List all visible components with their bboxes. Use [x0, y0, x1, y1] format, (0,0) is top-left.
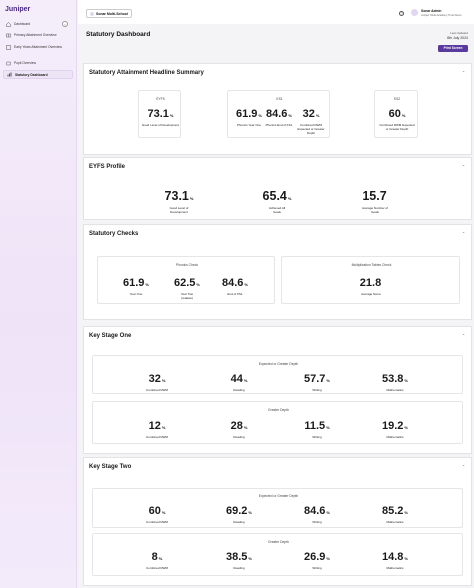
section-title: Statutory Checks	[89, 231, 139, 237]
ks1-expected-card: Expected or Greater Depth 32% Combined RW…	[92, 355, 463, 394]
sidebar-item-label: Primary Attainment Overview	[14, 33, 57, 37]
last-updated-label: Last Updated	[450, 31, 468, 35]
stat-ks1-gd-rwm: 12% Combined RWM	[146, 420, 168, 439]
book-icon	[6, 33, 11, 38]
stat-ks1-exp-rwm: 32% Combined RWM	[146, 373, 168, 392]
user-organisation: Juniper Multi-Academy Trust Demo	[421, 14, 462, 17]
ks1-headline-card: KS1 61.9% Phonics Year One 84.6% Phonics E…	[227, 90, 330, 138]
card-caption: Phonics Check	[176, 263, 198, 267]
page-title: Statutory Dashboard	[86, 31, 151, 38]
stat-ks2-exp-writing: 84.6% Writing	[304, 505, 330, 524]
statutory-checks-section: Statutory Checks ⌃ Phonics Check 61.9% Ye…	[83, 224, 472, 320]
ks2-expected-card: Expected or Greater Depth 60% Combined RW…	[92, 488, 463, 528]
stat-ks2-gd-rwm: 8% Combined RWM	[146, 551, 168, 570]
print-screen-button[interactable]: Print Screen	[438, 45, 468, 52]
eyfs-profile-section: EYFS Profile ⌃ 73.1% Good Level of Develo…	[83, 157, 472, 220]
stat-phonics-year-two: 62.5% Year Two (retakes)	[174, 277, 200, 301]
chevron-up-icon[interactable]: ⌃	[461, 464, 466, 469]
sidebar-item-pupil-overview[interactable]: Pupil Overview	[3, 59, 73, 67]
ks1-greater-depth-card: Greater Depth 12% Combined RWM 28% Reading…	[92, 401, 463, 444]
stat-ks1-phonics-end: 84.6% Phonics End of KS1	[265, 108, 293, 127]
people-icon	[6, 61, 11, 66]
stat-ks2-exp-reading: 69.2% Reading	[226, 505, 252, 524]
chart-icon	[7, 72, 12, 77]
eyfs-headline-card: EYFS 73.1% Good Level of Development	[138, 90, 181, 138]
card-caption: Greater Depth	[268, 408, 289, 412]
chevron-up-icon[interactable]: ⌃	[461, 70, 466, 75]
stat-ks1-gd-maths: 19.2% Mathematics	[382, 420, 408, 439]
blocks-icon	[6, 45, 11, 50]
stat-ks1-gd-writing: 11.5% Writing	[304, 420, 330, 439]
stat-ks1-exp-writing: 57.7% Writing	[304, 373, 330, 392]
card-caption: Multiplication Tables Check	[351, 263, 392, 267]
section-title: EYFS Profile	[89, 164, 126, 170]
sidebar-item-early-years[interactable]: Early Years Attainment Overview	[3, 43, 73, 56]
stat-ks1-exp-maths: 53.8% Mathematics	[382, 373, 408, 392]
sidebar: Juniper ‹ Dashboard Primary Attainment O…	[0, 0, 77, 588]
stat-ks1-combined-rwm: 32% Combined RWM Expected or Greater Dept…	[297, 108, 325, 136]
headline-summary-section: Statutory Attainment Headline Summary ⌃ …	[83, 63, 472, 155]
stat-eyfs-avg-goals: 15.7 Average Number of Goals	[362, 189, 388, 215]
section-title: Key Stage One	[89, 333, 132, 339]
ks2-greater-depth-card: Greater Depth 8% Combined RWM 38.5% Readin…	[92, 533, 463, 576]
chevron-up-icon[interactable]: ⌃	[461, 164, 466, 169]
sidebar-item-primary-attainment[interactable]: Primary Attainment Overview	[3, 31, 73, 39]
section-title: Statutory Attainment Headline Summary	[89, 70, 204, 76]
stat-ks2-gd-reading: 38.5% Reading	[226, 551, 252, 570]
avatar[interactable]	[411, 9, 418, 16]
card-caption: Expected or Greater Depth	[258, 494, 299, 498]
sidebar-item-label: Dashboard	[14, 22, 31, 26]
stat-ks2-exp-maths: 85.2% Mathematics	[382, 505, 408, 524]
multiplication-check-card: Multiplication Tables Check 21.8 Average …	[281, 256, 460, 304]
stat-mtc-average-score: 21.8 Average Score	[359, 277, 382, 296]
stat-eyfs-gld: 73.1% Good Level of Development	[141, 108, 180, 127]
stat-ks1-gd-reading: 28% Reading	[230, 420, 248, 439]
sidebar-item-dashboard[interactable]: Dashboard	[3, 20, 73, 28]
school-icon	[90, 11, 94, 16]
stat-phonics-end-ks1: 84.6% End of KS1	[222, 277, 248, 296]
phonics-check-card: Phonics Check 61.9% Year One 62.5% Year Tw…	[97, 256, 275, 304]
chevron-up-icon[interactable]: ⌃	[461, 333, 466, 338]
stat-ks1-phonics-y1: 61.9% Phonics Year One	[236, 108, 262, 127]
card-caption: EYFS	[156, 97, 165, 101]
key-stage-two-section: Key Stage Two ⌃ Expected or Greater Dept…	[83, 457, 472, 586]
sidebar-item-label: Pupil Overview	[14, 61, 36, 65]
stat-eyfs-all-goals: 65.4% Achieved All Goals	[262, 189, 292, 215]
ks2-headline-card: KS2 60% Combined RWM Expected or Greater …	[374, 90, 418, 138]
last-updated-date: 8th July 2024	[447, 36, 468, 40]
sidebar-item-statutory-dashboard[interactable]: Statutory Dashboard	[3, 70, 73, 79]
sidebar-item-label: Early Years Attainment Overview	[14, 45, 62, 49]
stat-ks2-gd-maths: 14.8% Mathematics	[382, 551, 408, 570]
card-caption: Expected or Greater Depth	[258, 362, 299, 366]
stat-phonics-year-one: 61.9% Year One	[123, 277, 149, 296]
stat-ks2-combined-rwm: 60% Combined RWM Expected or Greater Dept…	[379, 108, 415, 132]
home-icon	[6, 21, 11, 27]
stat-ks2-exp-rwm: 60% Combined RWM	[146, 505, 168, 524]
card-caption: KS1	[276, 97, 283, 101]
school-selector-button[interactable]: Sonar Multi-School	[86, 9, 132, 18]
chevron-up-icon[interactable]: ⌃	[461, 231, 466, 236]
help-icon[interactable]: ?	[399, 11, 404, 16]
school-name: Sonar Multi-School	[96, 11, 128, 16]
sidebar-item-label: Statutory Dashboard	[15, 72, 48, 77]
stat-eyfs-gld: 73.1% Good Level of Development	[164, 189, 194, 215]
section-title: Key Stage Two	[89, 464, 132, 470]
user-name: Sonar Admin	[421, 9, 442, 13]
app-logo: Juniper	[5, 6, 31, 13]
key-stage-one-section: Key Stage One ⌃ Expected or Greater Dept…	[83, 326, 472, 454]
stat-ks1-exp-reading: 44% Reading	[230, 373, 248, 392]
stat-ks2-gd-writing: 26.9% Writing	[304, 551, 330, 570]
card-caption: Greater Depth	[268, 540, 289, 544]
card-caption: KS2	[393, 97, 401, 101]
